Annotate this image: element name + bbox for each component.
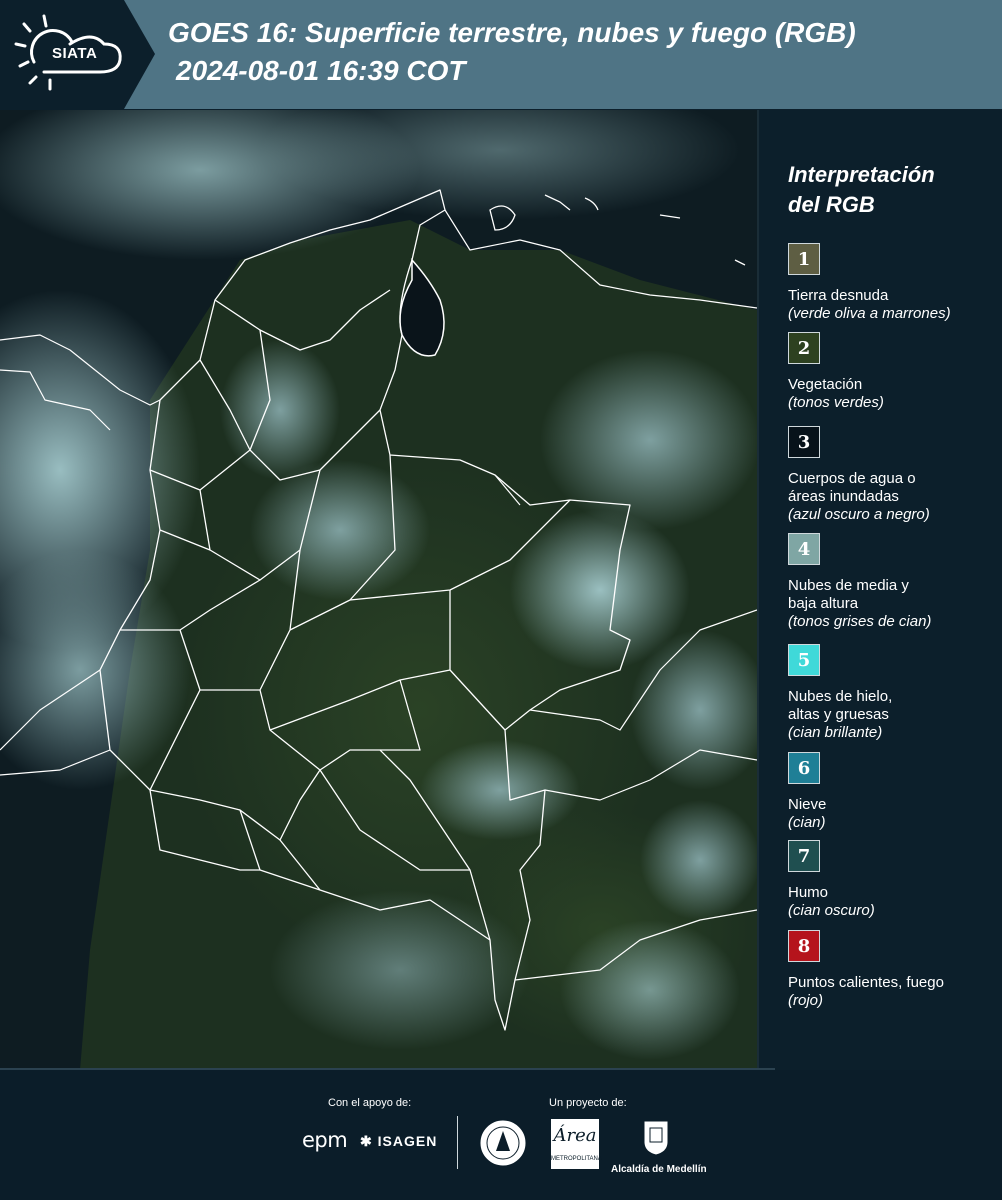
legend-label: Humo xyxy=(788,884,829,901)
legend-swatch: 1 xyxy=(788,243,820,275)
legend-item-hotspots: 8 Puntos calientes, fuego (rojo) xyxy=(788,930,998,1010)
legend-item-ice-clouds: 5 Nubes de hielo, altas y gruesas (cian … xyxy=(788,644,998,742)
legend-label: Tierra desnuda xyxy=(788,287,889,304)
isagen-star-icon: ✱ xyxy=(360,1133,373,1149)
legend-item-smoke: 7 Humo (cian oscuro) xyxy=(788,840,998,920)
logo-text: SIATA xyxy=(52,45,98,62)
title-line-1: GOES 16: Superficie terrestre, nubes y f… xyxy=(168,17,856,48)
legend-swatch: 5 xyxy=(788,644,820,676)
project-label: Un proyecto de: xyxy=(549,1097,627,1109)
support-label: Con el apoyo de: xyxy=(328,1097,412,1109)
isagen-logo-text: ISAGEN xyxy=(377,1133,438,1149)
siata-logo: SIATA xyxy=(0,0,155,109)
legend-title-line-2: del RGB xyxy=(788,192,875,217)
legend-label: Vegetación xyxy=(788,376,863,393)
legend-swatch: 8 xyxy=(788,930,820,962)
footer-divider-line xyxy=(0,1068,775,1070)
legend-label: Nieve xyxy=(788,796,827,813)
area-logo-text: Área xyxy=(553,1125,597,1146)
epm-logo: epm xyxy=(302,1128,348,1152)
legend-swatch: 2 xyxy=(788,332,820,364)
legend-title-line-1: Interpretación xyxy=(788,162,935,187)
legend-note: (rojo) xyxy=(788,992,824,1009)
title-line-2: 2024-08-01 16:39 COT xyxy=(176,55,466,86)
map-divider xyxy=(757,110,759,1070)
legend-note: (tonos grises de cian) xyxy=(788,613,932,630)
legend-label: Puntos calientes, fuego xyxy=(788,974,944,991)
legend-swatch: 7 xyxy=(788,840,820,872)
legend-note: (tonos verdes) xyxy=(788,394,884,411)
legend-note: (azul oscuro a negro) xyxy=(788,506,930,523)
legend-swatch: 4 xyxy=(788,533,820,565)
alcaldia-text: Alcaldía de Medellín xyxy=(611,1164,707,1175)
legend: Interpretación del RGB 1 Tierra desnuda … xyxy=(788,160,993,1009)
header-bar: SIATA GOES 16: Superficie terrestre, nub… xyxy=(0,0,1002,109)
medellin-shield-icon xyxy=(643,1120,669,1156)
alcaldia-logo: Alcaldía de Medellín xyxy=(611,1118,707,1175)
legend-item-snow: 6 Nieve (cian) xyxy=(788,752,998,832)
legend-note: (verde oliva a marrones) xyxy=(788,305,951,322)
satellite-map xyxy=(0,110,757,1070)
legend-swatch: 6 xyxy=(788,752,820,784)
page-title: GOES 16: Superficie terrestre, nubes y f… xyxy=(168,14,856,90)
legend-label: Nubes de media y baja altura xyxy=(788,577,909,612)
legend-swatch: 3 xyxy=(788,426,820,458)
legend-item-water: 3 Cuerpos de agua o áreas inundadas (azu… xyxy=(788,426,998,524)
legend-title: Interpretación del RGB xyxy=(788,160,993,220)
area-logo-subtext: METROPOLITANA xyxy=(551,1156,602,1162)
legend-label: Nubes de hielo, altas y gruesas xyxy=(788,688,893,723)
legend-item-bare-soil: 1 Tierra desnuda (verde oliva a marrones… xyxy=(788,243,998,323)
legend-note: (cian brillante) xyxy=(788,724,883,741)
university-seal-icon xyxy=(478,1118,528,1173)
legend-item-mid-low-clouds: 4 Nubes de media y baja altura (tonos gr… xyxy=(788,533,998,631)
area-metropolitana-logo: Área METROPOLITANA xyxy=(551,1119,602,1169)
legend-label: Cuerpos de agua o áreas inundadas xyxy=(788,470,916,505)
legend-note: (cian oscuro) xyxy=(788,902,875,919)
footer-vertical-divider xyxy=(457,1116,458,1169)
isagen-logo: ✱ ISAGEN xyxy=(360,1133,437,1150)
legend-note: (cian) xyxy=(788,814,826,831)
legend-item-vegetation: 2 Vegetación (tonos verdes) xyxy=(788,332,998,412)
